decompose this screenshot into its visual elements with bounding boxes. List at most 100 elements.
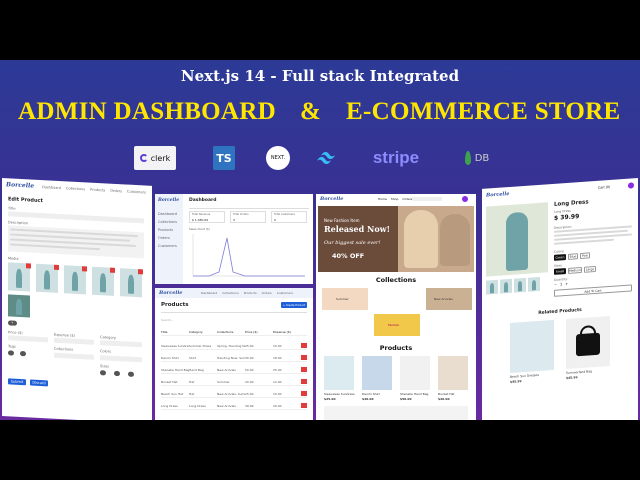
column-header[interactable]: Collections [217,330,245,334]
color-option-blue[interactable]: Blue [568,253,578,260]
gallery-thumb[interactable] [486,279,498,295]
size-option-medium[interactable]: Medium [568,266,582,274]
table-row[interactable]: Denim Shirt Shirt Trending Now, Summer 3… [161,354,307,362]
table-row[interactable]: Long Dress Long Dress New Arrivals 39.99… [161,402,307,410]
search-input[interactable]: Search... [161,318,174,322]
nav-item-orders[interactable]: Orders [110,189,122,194]
nav-item-orders[interactable]: Orders [262,291,272,295]
collections-select[interactable] [54,352,94,360]
size-chip[interactable] [114,370,120,377]
remove-media-button[interactable] [54,264,59,270]
product-card-image[interactable] [324,356,354,390]
sidebar-item-orders[interactable]: Orders [158,234,177,242]
color-option-green[interactable]: Green [554,254,566,261]
size-chip[interactable] [128,371,134,377]
column-header[interactable]: Title [161,330,189,334]
search-input[interactable] [412,197,442,201]
product-card-image[interactable] [438,356,468,390]
table-row[interactable]: Sheoelle Hand Bag Hand Bag New Arrivals … [161,366,307,374]
discard-button[interactable]: Discard [30,379,48,387]
delete-button[interactable] [301,355,307,360]
sidebar-item-customers[interactable]: Customers [158,242,177,250]
product-card-image[interactable] [362,356,392,390]
upload-image-button[interactable]: + [8,320,17,326]
nav-item-shop[interactable]: Shop [391,197,399,201]
cart-link[interactable]: Cart (0) [598,185,610,190]
avatar[interactable] [462,196,468,202]
gallery-thumb[interactable] [514,277,526,293]
delete-button[interactable] [301,379,307,384]
size-option-small[interactable]: Small [554,268,566,275]
remove-media-button[interactable] [110,267,115,273]
gallery-thumb[interactable] [500,278,512,294]
create-product-button[interactable]: + Create Product [281,302,307,308]
minus-icon[interactable]: − [554,283,557,287]
nav-item-collections[interactable]: Collections [66,186,85,191]
expense-input[interactable] [54,337,94,345]
remove-media-button[interactable] [138,269,143,275]
nav-item-products[interactable]: Products [244,291,257,295]
delete-button[interactable] [301,391,307,396]
table-row[interactable]: Beach Sun Hat Hat New Arrivals, Summer 2… [161,390,307,398]
cell-title[interactable]: Long Dress [161,404,189,408]
nav-item-home[interactable]: Home [378,197,387,201]
sidebar-item-products[interactable]: Products [158,226,177,234]
cell-expense: 18.00 [273,355,282,360]
nav-item-collections[interactable]: Collections [222,291,238,295]
column-header[interactable]: Price ($) [245,330,273,334]
cell-title[interactable]: Bucket Hat [161,380,189,384]
product-name[interactable]: Sleeveless Sundress [324,392,355,396]
gallery-thumb[interactable] [528,276,540,292]
column-header[interactable]: Expense ($) [273,330,301,334]
nav-item-customers[interactable]: Customers [127,190,146,195]
title-input[interactable] [8,211,144,224]
size-option-large[interactable]: Large [584,265,596,273]
submit-button[interactable]: Submit [8,378,26,386]
hero-banner[interactable]: New Fashion Item Released Now! Our bigge… [318,206,474,272]
related-product-image[interactable] [566,315,610,370]
cell-title[interactable]: Sheoelle Hand Bag [161,368,189,372]
cell-title[interactable]: Denim Shirt [161,356,189,360]
sidebar-item-dashboard[interactable]: Dashboard [158,210,177,218]
cell-title[interactable]: Beach Sun Hat [161,392,189,396]
remove-media-button[interactable] [82,266,87,272]
table-row[interactable]: Bucket Hat Hat Summer 20.00 12.00 [161,378,307,386]
price-input[interactable] [8,335,48,343]
nav-item-products[interactable]: Products [90,188,105,193]
description-textarea[interactable] [8,225,144,259]
nav-item-customers[interactable]: Customers [277,291,293,295]
quantity-stepper[interactable]: − 1 + [554,282,568,287]
table-row[interactable]: Sleeveless Sundress Summer Dress Spring,… [161,342,307,350]
nav-item-dashboard[interactable]: Dashboard [42,185,61,190]
hero-discount: 40% OFF [332,252,365,260]
delete-button[interactable] [301,367,307,372]
add-to-cart-button[interactable]: Add To Cart [554,284,632,297]
sidebar-item-collections[interactable]: Collections [158,218,177,226]
column-header[interactable]: Category [189,330,217,334]
delete-button[interactable] [301,403,307,408]
colors-input[interactable] [100,355,142,363]
related-product-name[interactable]: Summerland Bag [566,369,592,375]
collection-tile-summer[interactable]: Summer [322,288,368,310]
collection-tile-new-arrivals[interactable]: New Arrivals [426,288,472,310]
remove-media-button[interactable] [26,263,31,269]
tag-chip[interactable] [8,350,14,356]
cell-title[interactable]: Sleeveless Sundress [161,344,189,348]
category-input[interactable] [100,340,142,348]
product-name[interactable]: Bucket Hat [438,392,455,396]
divider [161,312,307,313]
product-name[interactable]: Sheoelle Hand Bag [400,392,428,396]
related-product-name[interactable]: Beach Sun Dresses [510,373,539,379]
delete-button[interactable] [301,343,307,348]
size-chip[interactable] [100,370,106,376]
plus-icon[interactable]: + [565,282,568,286]
nav-item-dashboard[interactable]: Dashboard [201,291,217,295]
nav-item-orders[interactable]: Orders [402,197,412,201]
product-name[interactable]: Denim Shirt [362,392,380,396]
tag-chip[interactable] [20,350,26,357]
avatar[interactable] [628,182,634,189]
product-card-image[interactable] [400,356,430,390]
collection-tile-fashion[interactable]: Fashion [374,314,420,336]
related-product-image[interactable] [510,319,554,373]
color-option-pink[interactable]: Pink [580,252,590,260]
